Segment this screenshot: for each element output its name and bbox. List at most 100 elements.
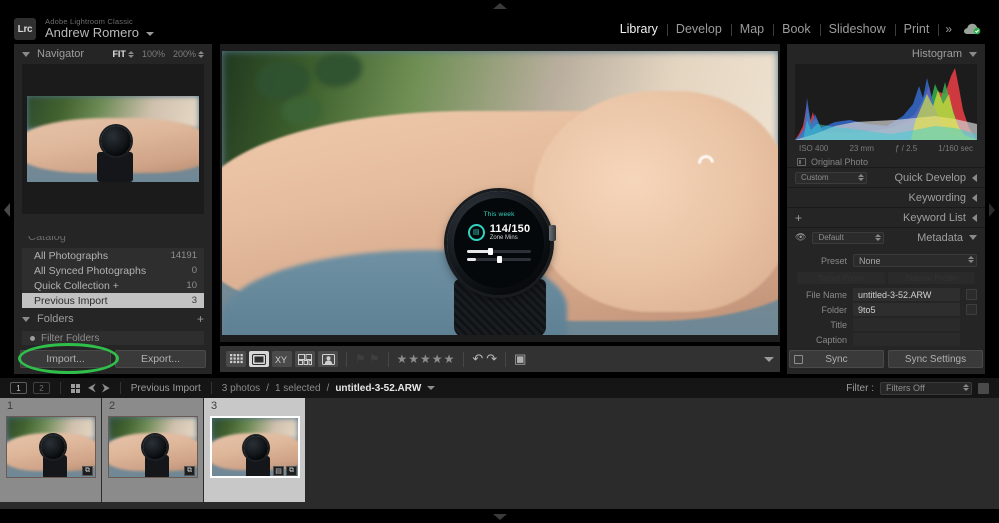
thumbnail-badges[interactable]: ⧉: [82, 466, 93, 476]
metadata-view-select[interactable]: Default: [812, 232, 884, 244]
module-print[interactable]: Print: [895, 22, 939, 36]
stepper-icon[interactable]: [968, 256, 974, 263]
filmstrip-thumbnail-3[interactable]: 3 ▤ ⧉: [204, 398, 306, 502]
main-photo[interactable]: This week ▤ 114/150 Zone Mins: [222, 51, 778, 335]
chevron-down-icon[interactable]: [22, 317, 30, 322]
zoom-fit-stepper-icon[interactable]: [128, 51, 134, 58]
filter-select[interactable]: Filters Off: [880, 382, 972, 395]
filmstrip-source-label[interactable]: Previous Import: [131, 383, 201, 394]
chevron-left-icon[interactable]: [972, 174, 977, 182]
quick-develop-preset-select[interactable]: Custom: [795, 172, 867, 184]
left-panel-toggle-icon[interactable]: [4, 203, 10, 217]
flag-reject-icon[interactable]: ⚑: [369, 352, 380, 366]
chevron-down-icon[interactable]: [969, 52, 977, 57]
metadata-field-caption[interactable]: Caption: [787, 332, 985, 347]
stepper-icon[interactable]: [875, 234, 881, 241]
histogram-header[interactable]: Histogram: [787, 44, 985, 64]
toolbar-options-chevron-icon[interactable]: [764, 357, 774, 362]
identity-plate[interactable]: Adobe Lightroom Classic Andrew Romero: [45, 18, 154, 40]
zoom-100-button[interactable]: 100%: [142, 49, 165, 59]
filmstrip-thumbnail-2[interactable]: 2 ⧉: [102, 398, 204, 502]
go-forward-icon[interactable]: ⮞: [102, 382, 110, 395]
top-panel-toggle-icon[interactable]: [493, 3, 507, 9]
metadata-preset-row: Preset None: [787, 251, 985, 269]
navigator-header[interactable]: Navigator FIT 100% 200%: [14, 44, 212, 64]
stepper-icon[interactable]: [963, 384, 969, 391]
right-panel-toggle-icon[interactable]: [989, 203, 995, 217]
sync-settings-button[interactable]: Sync Settings: [888, 350, 983, 368]
module-overflow-button[interactable]: »: [938, 22, 959, 36]
metadata-field-file-name[interactable]: File Name untitled-3-52.ARW: [787, 287, 985, 302]
secondary-monitor-button[interactable]: 2: [33, 382, 50, 394]
go-to-folder-icon[interactable]: [966, 304, 977, 315]
crop-badge-icon[interactable]: ⧉: [286, 466, 297, 476]
catalog-item-all-synced-photographs[interactable]: All Synced Photographs 0: [22, 263, 204, 278]
flag-pick-icon[interactable]: ⚑: [355, 352, 366, 366]
zoom-200-button[interactable]: 200%: [173, 49, 204, 59]
compare-view-icon[interactable]: XY: [272, 351, 292, 367]
original-photo-toggle[interactable]: Original Photo: [787, 153, 985, 167]
people-view-icon[interactable]: [318, 351, 338, 367]
stepper-icon[interactable]: [858, 174, 864, 181]
keyword-list-header[interactable]: + Keyword List: [787, 207, 985, 227]
metadata-preset-select[interactable]: None: [853, 254, 977, 267]
watch-zone-minutes-count: 114/150: [490, 223, 531, 235]
primary-monitor-button[interactable]: 1: [10, 382, 27, 394]
sync-button[interactable]: Sync: [789, 350, 884, 368]
filter-folders-input[interactable]: Filter Folders: [22, 331, 204, 345]
chevron-down-icon[interactable]: [146, 32, 154, 36]
export-button[interactable]: Export...: [115, 350, 206, 368]
eye-icon[interactable]: 👁: [795, 232, 806, 243]
metadata-header[interactable]: 👁 Default Metadata: [787, 227, 985, 247]
metadata-field-title[interactable]: Title: [787, 317, 985, 332]
grid-view-icon[interactable]: [226, 351, 246, 367]
module-slideshow[interactable]: Slideshow: [820, 22, 895, 36]
add-folder-icon[interactable]: +: [197, 313, 204, 325]
rotate-left-icon[interactable]: ↶: [472, 351, 483, 367]
chevron-left-icon[interactable]: [972, 214, 977, 222]
thumbnail-badges[interactable]: ▤ ⧉: [273, 466, 297, 476]
chevron-left-icon[interactable]: [972, 194, 977, 202]
zoom-200-stepper-icon[interactable]: [198, 51, 204, 58]
catalog-item-all-photographs[interactable]: All Photographs 14191: [22, 248, 204, 263]
grid-view-icon[interactable]: [71, 384, 82, 393]
navigator-preview[interactable]: [22, 64, 204, 214]
bottom-panel-toggle-icon[interactable]: [493, 514, 507, 520]
zoom-fit-button[interactable]: FIT: [112, 49, 134, 59]
catalog-item-previous-import[interactable]: Previous Import 3: [22, 293, 204, 308]
add-keyword-icon[interactable]: +: [795, 211, 802, 225]
module-book[interactable]: Book: [773, 22, 820, 36]
loupe-view-icon[interactable]: [249, 351, 269, 367]
metadata-field-folder[interactable]: Folder 9to5: [787, 302, 985, 317]
file-list-icon[interactable]: [966, 289, 977, 300]
quick-develop-header[interactable]: Custom Quick Develop: [787, 167, 985, 187]
filmstrip[interactable]: 1 ⧉ 2 ⧉ 3: [0, 398, 999, 509]
histogram-graph[interactable]: [795, 64, 977, 140]
filter-flag-icon[interactable]: [978, 383, 989, 394]
watch-metric-label: Zone Mins: [490, 235, 531, 242]
quick-develop-title: Quick Develop: [894, 172, 966, 184]
chevron-down-icon[interactable]: [969, 235, 977, 240]
catalog-item-quick-collection[interactable]: Quick Collection + 10: [22, 278, 204, 293]
crop-badge-icon[interactable]: ⧉: [184, 466, 195, 476]
checkbox-icon[interactable]: [797, 158, 806, 166]
rotate-right-icon[interactable]: ↷: [486, 351, 497, 367]
loupe-view-stage[interactable]: This week ▤ 114/150 Zone Mins: [220, 44, 780, 342]
keywording-header[interactable]: Keywording: [787, 187, 985, 207]
crop-overlay-icon[interactable]: ▣: [514, 351, 526, 367]
go-back-icon[interactable]: ⮜: [88, 382, 96, 395]
module-library[interactable]: Library: [611, 22, 667, 36]
module-develop[interactable]: Develop: [667, 22, 731, 36]
survey-view-icon[interactable]: [295, 351, 315, 367]
module-map[interactable]: Map: [731, 22, 773, 36]
crop-badge-icon[interactable]: ⧉: [82, 466, 93, 476]
star-rating[interactable]: ★★★★★: [397, 352, 456, 366]
chevron-down-icon[interactable]: [22, 52, 30, 57]
metadata-badge-icon[interactable]: ▤: [273, 466, 284, 476]
cloud-sync-icon[interactable]: [959, 23, 989, 35]
folders-header[interactable]: Folders +: [14, 310, 212, 328]
filmstrip-thumbnail-1[interactable]: 1 ⧉: [0, 398, 102, 502]
chevron-down-icon[interactable]: [427, 386, 435, 390]
thumbnail-badges[interactable]: ⧉: [184, 466, 195, 476]
import-button[interactable]: Import...: [20, 350, 111, 368]
